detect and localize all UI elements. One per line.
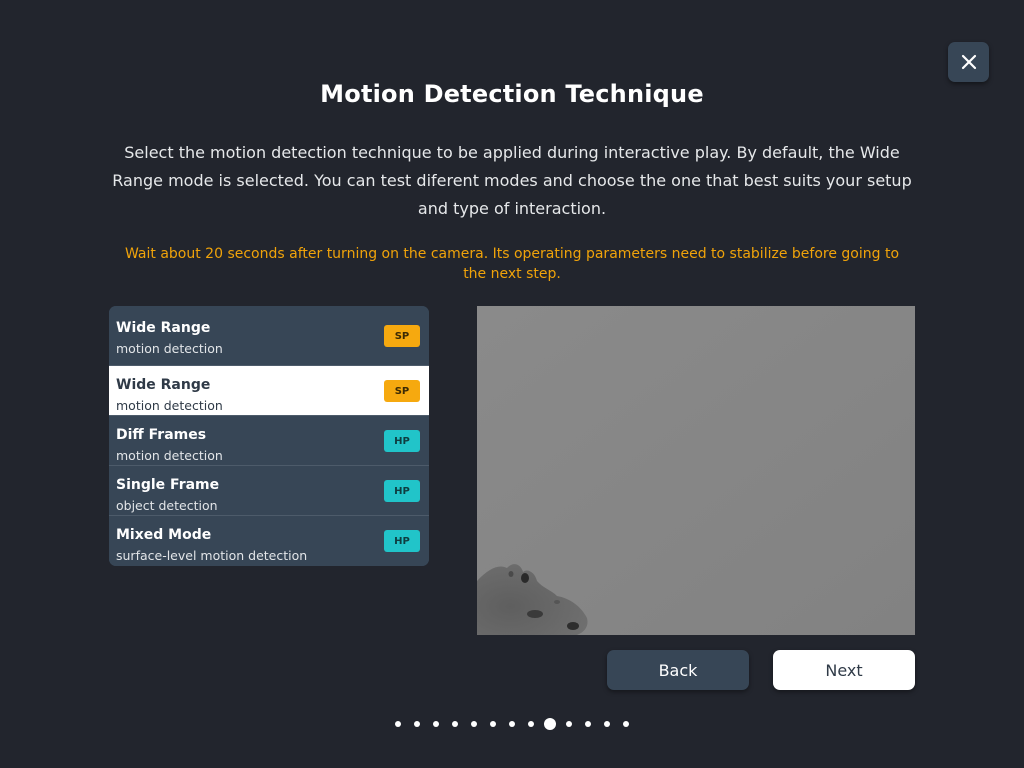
page-dot[interactable]: [623, 721, 629, 727]
page-dot[interactable]: [471, 721, 477, 727]
technique-name: Mixed Mode: [116, 527, 212, 543]
next-button[interactable]: Next: [773, 650, 915, 690]
mode-badge: HP: [384, 530, 420, 552]
pagination-dots: [0, 718, 1024, 730]
warning-text: Wait about 20 seconds after turning on t…: [124, 246, 900, 282]
technique-subtitle: surface-level motion detection: [116, 548, 308, 563]
mode-badge: SP: [384, 380, 420, 402]
close-button[interactable]: [948, 42, 989, 82]
page-dot[interactable]: [566, 721, 572, 727]
technique-name: Single Frame: [116, 477, 220, 493]
page-dot[interactable]: [433, 721, 439, 727]
technique-subtitle: object detection: [116, 498, 218, 513]
mode-badge: SP: [384, 325, 420, 347]
technique-name: Wide Range: [116, 320, 211, 336]
page-dot[interactable]: [452, 721, 458, 727]
camera-feed-image: [477, 306, 915, 635]
page-dot[interactable]: [414, 721, 420, 727]
page-dot[interactable]: [490, 721, 496, 727]
technique-item[interactable]: Mixed Mode surface-level motion detectio…: [109, 516, 429, 566]
page-dot[interactable]: [509, 721, 515, 727]
close-icon: [961, 54, 976, 70]
page-title: Motion Detection Technique: [320, 80, 704, 108]
technique-item[interactable]: Single Frame object detection HP: [109, 466, 429, 516]
technique-subtitle: motion detection: [116, 341, 223, 356]
back-button[interactable]: Back: [607, 650, 749, 690]
description-text: Select the motion detection technique to…: [112, 143, 912, 218]
technique-subtitle: motion detection: [116, 398, 223, 413]
page-dot[interactable]: [528, 721, 534, 727]
mode-badge: HP: [384, 480, 420, 502]
technique-name: Diff Frames: [116, 427, 207, 443]
page-dot-active[interactable]: [544, 718, 556, 730]
technique-subtitle: motion detection: [116, 448, 223, 463]
page-dot[interactable]: [585, 721, 591, 727]
technique-list: Wide Range motion detection SP Wide Rang…: [109, 306, 429, 566]
technique-item[interactable]: Diff Frames motion detection HP: [109, 416, 429, 466]
technique-item[interactable]: Wide Range motion detection SP: [109, 306, 429, 366]
technique-name: Wide Range: [116, 377, 211, 393]
page-dot[interactable]: [604, 721, 610, 727]
mode-badge: HP: [384, 430, 420, 452]
technique-item-selected[interactable]: Wide Range motion detection SP: [109, 366, 429, 416]
camera-preview: [477, 306, 915, 635]
page-dot[interactable]: [395, 721, 401, 727]
